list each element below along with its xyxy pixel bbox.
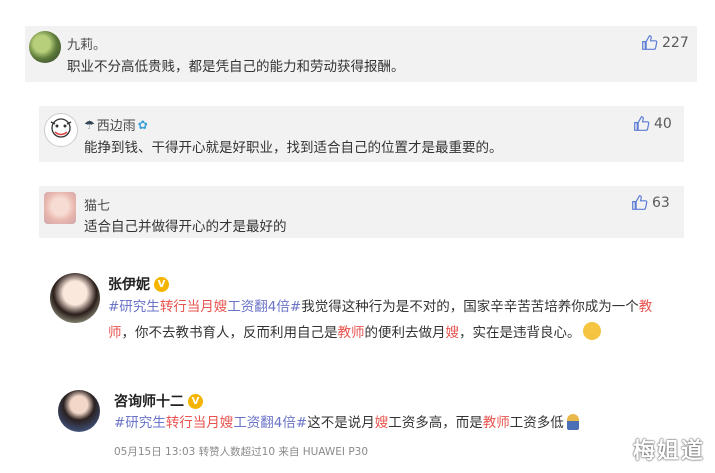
avatar[interactable] — [50, 273, 100, 323]
post-text: #研究生转行当月嫂工资翻4倍#这不是说月嫂工资多高，而是教师工资多低 — [114, 410, 684, 436]
umbrella-icon: ☂ — [84, 117, 95, 132]
poster-name[interactable]: 张伊妮 V — [108, 274, 169, 294]
sad-emoji-icon — [566, 414, 579, 430]
badge-icon: ✿ — [137, 117, 148, 132]
post-text: #研究生转行当月嫂工资翻4倍#我觉得这种行为是不对的，国家辛辛苦苦培养你成为一个… — [108, 299, 653, 341]
avatar[interactable] — [29, 31, 61, 63]
hashtag-link[interactable]: #研究生转行当月嫂工资翻4倍# — [108, 299, 301, 315]
commenter-name[interactable]: 猫七 — [84, 195, 110, 214]
like-button[interactable]: 40 — [633, 115, 672, 132]
hashtag-link[interactable]: #研究生转行当月嫂工资翻4倍# — [114, 415, 307, 431]
watermark: 梅姐道 — [632, 439, 705, 464]
commenter-name[interactable]: ☂ 西边雨 ✿ — [84, 115, 148, 135]
poster-name[interactable]: 咨询师十二 V — [114, 391, 203, 411]
thumbs-up-icon — [634, 116, 650, 131]
like-count: 63 — [652, 194, 670, 211]
verified-badge-icon: V — [154, 276, 169, 292]
like-button[interactable]: 63 — [631, 194, 670, 211]
avatar[interactable] — [44, 113, 78, 147]
comment-text: 能挣到钱、干得开心就是好职业，找到适合自己的位置才是最重要的。 — [84, 140, 503, 156]
comment-text: 适合自己并做得开心的才是最好的 — [84, 219, 287, 235]
verified-badge-icon: V — [188, 393, 203, 409]
avatar[interactable] — [58, 390, 100, 432]
like-count: 227 — [662, 34, 689, 51]
post-meta: 05月15日 13:03 转赞人数超过10 来自 HUAWEI P30 — [114, 446, 369, 458]
smile-emoji-icon: 🙂 — [582, 322, 601, 340]
thumbs-up-icon — [642, 35, 658, 50]
commenter-name[interactable]: 九莉。 — [67, 34, 106, 53]
like-button[interactable]: 227 — [641, 34, 689, 51]
comment-text: 职业不分高低贵贱，都是凭自己的能力和劳动获得报酬。 — [67, 59, 405, 75]
like-count: 40 — [654, 115, 672, 132]
avatar[interactable] — [44, 192, 76, 224]
thumbs-up-icon — [632, 195, 648, 210]
